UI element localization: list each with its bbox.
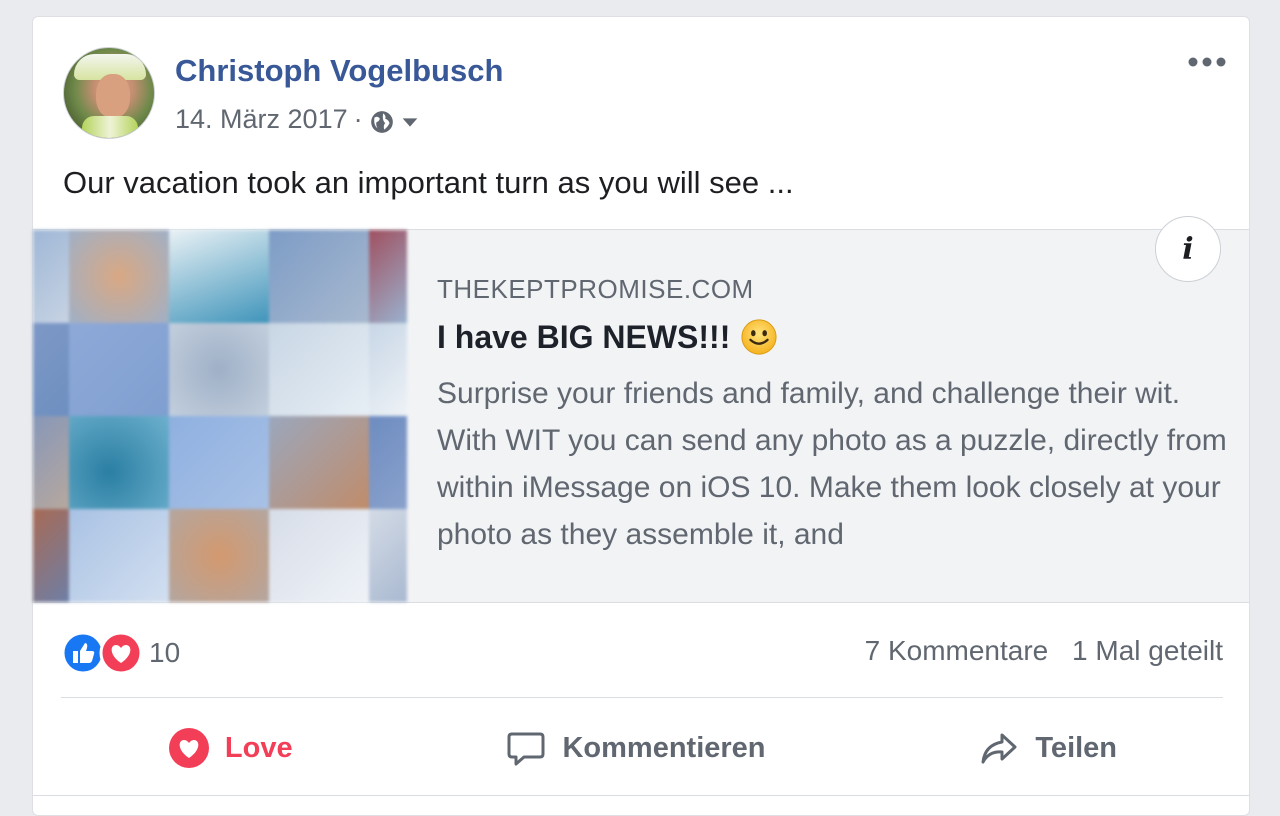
reactions-summary[interactable]: 10	[61, 631, 180, 675]
share-icon	[981, 733, 1017, 764]
link-title-row[interactable]: I have BIG NEWS!!!	[437, 318, 778, 356]
post-card: Christoph Vogelbusch 14. März 2017 · Our…	[32, 16, 1250, 816]
avatar-collar	[82, 116, 138, 138]
chevron-down-icon[interactable]	[399, 111, 421, 133]
post-meta: 14. März 2017 ·	[175, 103, 421, 135]
author-name[interactable]: Christoph Vogelbusch	[175, 53, 503, 89]
link-preview[interactable]: i THEKEPTPROMISE.COM I have BIG NEWS!!! …	[33, 216, 1249, 603]
comment-icon	[507, 732, 545, 766]
divider	[61, 697, 1223, 698]
meta-separator: ·	[353, 103, 363, 134]
love-button[interactable]: Love	[167, 726, 293, 770]
comments-count-link[interactable]: 7 Kommentare	[865, 635, 1049, 666]
share-button[interactable]: Teilen	[977, 726, 1117, 770]
action-bar: Love Kommentieren Teilen	[61, 717, 1223, 779]
more-options-icon[interactable]	[1185, 51, 1229, 73]
smiley-emoji-icon	[741, 319, 777, 355]
shares-count-link[interactable]: 1 Mal geteilt	[1072, 635, 1223, 666]
post-stats: 10 7 Kommentare 1 Mal geteilt	[61, 631, 1223, 675]
love-reaction-icon	[168, 728, 209, 768]
globe-icon[interactable]	[369, 109, 395, 135]
comment-button[interactable]: Kommentieren	[504, 726, 766, 770]
love-button-label: Love	[224, 731, 293, 764]
card-footer-divider	[33, 795, 1249, 796]
reaction-count: 10	[149, 637, 181, 668]
link-title: I have BIG NEWS!!!	[437, 318, 731, 355]
post-text: Our vacation took an important turn as y…	[63, 165, 794, 200]
link-domain: THEKEPTPROMISE.COM	[437, 274, 754, 304]
link-thumbnail[interactable]	[33, 230, 407, 602]
share-button-label: Teilen	[1035, 731, 1118, 764]
avatar-face	[96, 74, 130, 118]
engagement-counts: 7 Kommentare 1 Mal geteilt	[865, 635, 1223, 667]
info-button[interactable]: i	[1155, 216, 1221, 282]
post-date[interactable]: 14. März 2017	[175, 104, 348, 135]
love-icon	[99, 631, 143, 675]
link-description: Surprise your friends and family, and ch…	[437, 377, 1227, 551]
author-avatar[interactable]	[63, 47, 155, 139]
comment-button-label: Kommentieren	[562, 731, 766, 764]
